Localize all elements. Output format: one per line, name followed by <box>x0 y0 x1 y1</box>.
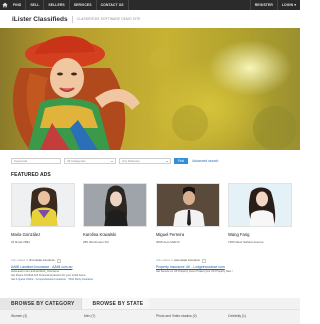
listing-name[interactable]: Maria González <box>11 232 75 237</box>
nav-login-label: LOGIN <box>281 3 294 7</box>
listing-address: 3005 Auto Mall Dr <box>156 240 180 244</box>
keywords-input[interactable]: Keywords <box>11 158 61 164</box>
find-button[interactable]: Find <box>174 158 189 164</box>
nav-sell[interactable]: SELL <box>26 0 45 10</box>
ad-description: Get Peace Of Mind And Financial protecti… <box>11 274 87 277</box>
listing-photo[interactable] <box>11 183 75 227</box>
listing-photo-art <box>30 187 58 226</box>
featured-card[interactable]: Wang Fang 7300 West Sahara Avenue <box>228 183 292 255</box>
nav-services[interactable]: SERVICES <box>70 0 97 10</box>
hero-banner-image <box>0 28 300 150</box>
featured-card[interactable]: Karolina Kowalski 280 Winchester Rd <box>83 183 147 255</box>
tab-browse-by-state[interactable]: BROWSE BY STATE <box>80 298 150 309</box>
search-bar: Keywords All Categories Any Distance Fin… <box>0 156 300 166</box>
nav-contact-us[interactable]: CONTACT US <box>97 0 129 10</box>
tab-browse-by-category[interactable]: BROWSE BY CATEGORY <box>0 298 81 309</box>
listing-photo-art <box>157 184 219 226</box>
category-link[interactable]: Celebrity (1) <box>228 314 246 318</box>
site-tagline: CLASSIFIEDS SOFTWARE DEMO SITE <box>76 17 141 21</box>
home-icon[interactable] <box>0 0 9 10</box>
listing-photo[interactable] <box>156 183 220 227</box>
sponsored-ad: Ads related to real estate insurance i P… <box>156 258 291 296</box>
header-divider <box>71 15 73 23</box>
advanced-search-link[interactable]: Advanced search <box>192 159 218 163</box>
ad-info-icon[interactable]: i <box>56 259 62 263</box>
ad-sitelinks[interactable]: Get A Quote Online · Comprehensive Insur… <box>11 278 146 281</box>
category-link[interactable]: Photo and Video studios (2) <box>156 314 197 318</box>
chevron-down-icon: ▾ <box>294 3 296 7</box>
category-select[interactable]: All Categories <box>64 158 116 164</box>
nav-sellers[interactable]: SELLERS <box>44 0 70 10</box>
listing-address: 24 Road 2893 <box>11 240 30 244</box>
listing-name[interactable]: Miguel Ferreira <box>156 232 220 237</box>
ad-label: Ads related to real estate insurance i <box>156 258 291 263</box>
ad-label-text: Ads related to <box>156 258 174 262</box>
listing-photo-art <box>84 184 146 226</box>
browse-section: BROWSE BY CATEGORY BROWSE BY STATE Women… <box>0 298 300 324</box>
ad-label-text: Ads related to <box>11 258 29 262</box>
top-nav: FIND SELL SELLERS SERVICES CONTACT US RE… <box>0 0 300 10</box>
ad-description: Get Service on UK Property Cover Protect… <box>156 270 233 273</box>
distance-select[interactable]: Any Distance <box>119 158 171 164</box>
category-link[interactable]: Men (7) <box>84 314 95 318</box>
listing-photo[interactable] <box>228 183 292 227</box>
featured-card[interactable]: Maria González 24 Road 2893 <box>11 183 75 255</box>
listing-photo-art <box>229 184 291 226</box>
category-link[interactable]: Women (2) <box>11 314 27 318</box>
featured-ads-title: FEATURED ADS <box>11 172 51 178</box>
hero-illustration <box>12 36 297 150</box>
ad-topic: real estate insurance <box>174 258 201 262</box>
listing-name[interactable]: Karolina Kowalski <box>83 232 147 237</box>
browse-tabs: BROWSE BY CATEGORY BROWSE BY STATE <box>0 298 300 310</box>
listing-address: 280 Winchester Rd <box>83 240 109 244</box>
nav-register[interactable]: REGISTER <box>249 0 277 10</box>
ad-url[interactable]: www.aami.com.au/Landlord_Insurance <box>11 269 146 273</box>
nav-login[interactable]: LOGIN ▾ <box>276 0 300 10</box>
nav-find[interactable]: FIND <box>9 0 27 10</box>
featured-card[interactable]: Miguel Ferreira 3005 Auto Mall Dr <box>156 183 220 255</box>
category-list: Women (2) Men (7) Photo and Video studio… <box>0 313 300 321</box>
listing-photo[interactable] <box>83 183 147 227</box>
ad-info-icon[interactable]: i <box>201 259 207 263</box>
ad-label: Ads related to find estate insurance i <box>11 258 146 263</box>
ad-topic: find estate insurance <box>29 258 55 262</box>
ad-headline-link[interactable]: Property Insurance UK - Lodgeinsurance.c… <box>156 265 291 269</box>
sponsored-ad: Ads related to find estate insurance i A… <box>11 258 146 296</box>
listing-name[interactable]: Wang Fang <box>228 232 292 237</box>
listing-address: 7300 West Sahara Avenue <box>228 240 264 244</box>
header: iLister Classifieds CLASSIFIEDS SOFTWARE… <box>0 10 300 28</box>
site-logo[interactable]: iLister Classifieds <box>12 16 68 23</box>
